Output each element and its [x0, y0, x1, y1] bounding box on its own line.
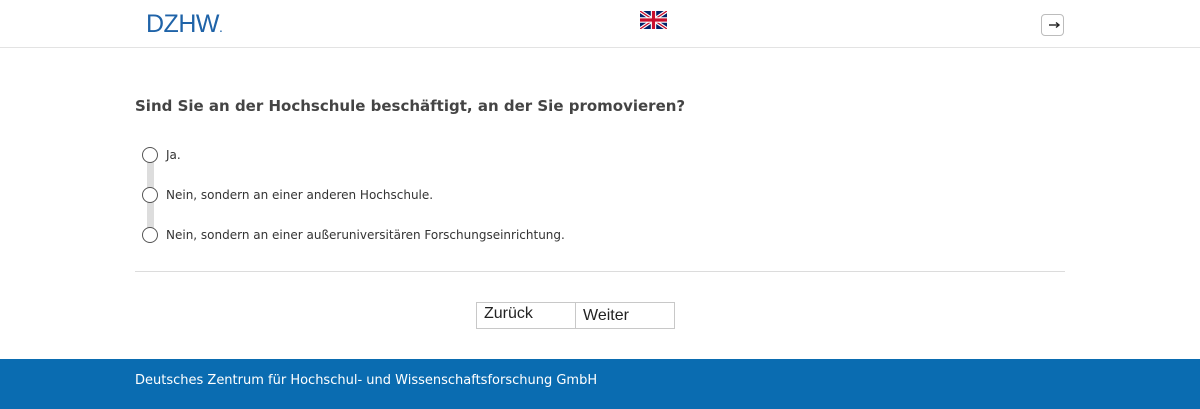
dzhw-logo[interactable]: DZHW.: [146, 10, 223, 39]
footer-text: Deutsches Zentrum für Hochschul- und Wis…: [135, 373, 598, 388]
logout-button[interactable]: [1041, 14, 1064, 36]
option-label: Ja.: [166, 148, 181, 162]
back-button[interactable]: Zurück: [477, 303, 576, 328]
logo-dot: .: [218, 19, 223, 35]
option-other-university[interactable]: Nein, sondern an einer anderen Hochschul…: [142, 186, 433, 204]
radio-button[interactable]: [142, 187, 158, 203]
option-research-institution[interactable]: Nein, sondern an einer außeruniversitäre…: [142, 226, 565, 244]
logo-text: DZHW: [146, 10, 219, 38]
radio-button[interactable]: [142, 147, 158, 163]
navigation-buttons: Zurück Weiter: [476, 302, 675, 329]
footer-bar: Deutsches Zentrum für Hochschul- und Wis…: [0, 359, 1200, 409]
header-bar: DZHW.: [0, 0, 1200, 48]
option-yes[interactable]: Ja.: [142, 146, 181, 164]
question-text: Sind Sie an der Hochschule beschäftigt, …: [135, 97, 686, 115]
radio-button[interactable]: [142, 227, 158, 243]
option-label: Nein, sondern an einer außeruniversitäre…: [166, 228, 565, 242]
uk-flag-icon[interactable]: [639, 9, 668, 31]
next-button[interactable]: Weiter: [576, 303, 674, 328]
option-label: Nein, sondern an einer anderen Hochschul…: [166, 188, 434, 202]
divider: [135, 271, 1065, 272]
logout-icon: [1049, 21, 1061, 29]
